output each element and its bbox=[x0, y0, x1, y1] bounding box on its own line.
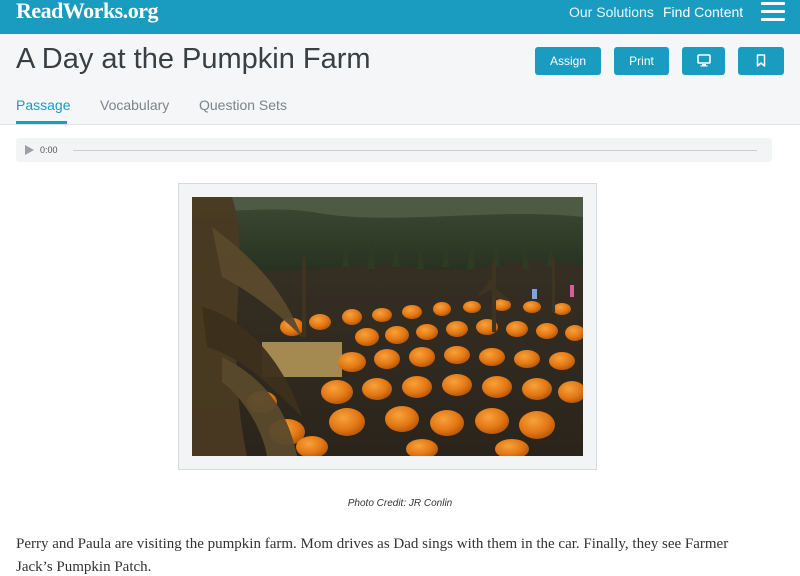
nav-link-our-solutions[interactable]: Our Solutions bbox=[569, 4, 654, 20]
hamburger-menu-icon[interactable] bbox=[761, 2, 785, 22]
assign-button[interactable]: Assign bbox=[535, 47, 601, 75]
monitor-icon bbox=[696, 54, 711, 67]
passage-text: Perry and Paula are visiting the pumpkin… bbox=[16, 536, 729, 575]
tab-question-sets[interactable]: Question Sets bbox=[199, 97, 287, 113]
audio-time: 0:00 bbox=[40, 145, 58, 155]
present-button[interactable] bbox=[682, 47, 725, 75]
bookmark-icon bbox=[756, 54, 766, 67]
active-tab-indicator bbox=[16, 121, 67, 124]
top-nav-bar: ReadWorks.org Our Solutions Find Content bbox=[0, 0, 800, 34]
audio-seek-bar[interactable] bbox=[73, 150, 757, 151]
bookmark-button[interactable] bbox=[738, 47, 784, 75]
tab-vocabulary[interactable]: Vocabulary bbox=[100, 97, 169, 113]
play-icon[interactable] bbox=[25, 145, 34, 155]
tab-passage[interactable]: Passage bbox=[16, 97, 70, 113]
print-button[interactable]: Print bbox=[614, 47, 669, 75]
pumpkin-farm-photo bbox=[192, 197, 583, 456]
photo-frame bbox=[178, 183, 597, 470]
readworks-logo[interactable]: ReadWorks.org bbox=[16, 0, 159, 24]
nav-link-find-content[interactable]: Find Content bbox=[663, 4, 743, 20]
page-title: A Day at the Pumpkin Farm bbox=[16, 43, 371, 75]
audio-player: 0:00 bbox=[16, 138, 772, 162]
photo-credit: Photo Credit: JR Conlin bbox=[347, 498, 453, 509]
